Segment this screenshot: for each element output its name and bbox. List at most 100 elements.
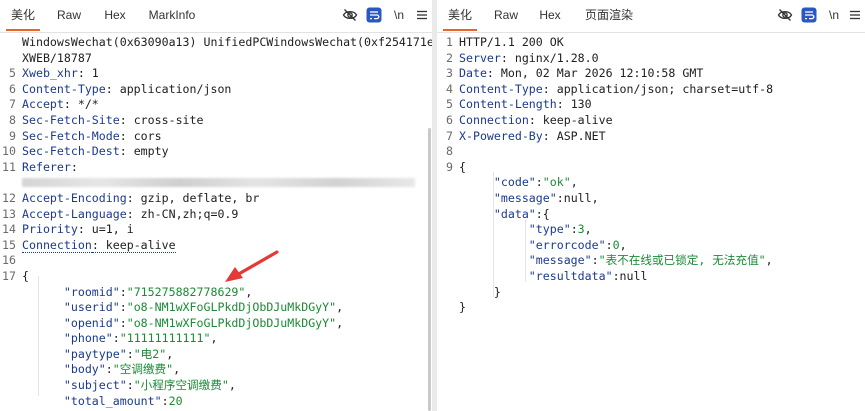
tab-beautify[interactable]: 美化 bbox=[6, 0, 40, 31]
response-editor[interactable]: 1 HTTP/1.1 200 OK 2 Server: nginx/1.28.0 3 Da… bbox=[437, 35, 865, 316]
token: "表不在线或已锁定, 无法充值" bbox=[598, 253, 766, 268]
line-number: 7 bbox=[446, 128, 453, 143]
token: : gzip, deflate, br bbox=[126, 190, 260, 205]
code-line: 9 Sec-Fetch-Mode: cors bbox=[0, 129, 432, 145]
token: , bbox=[228, 378, 236, 393]
token: Connection bbox=[459, 112, 529, 127]
code-line: "type":3, bbox=[437, 222, 865, 238]
line-text: Accept-Language: zh-CN,zh;q=0.9 bbox=[22, 207, 238, 223]
token: , bbox=[210, 331, 218, 346]
tab-beautify[interactable]: 美化 bbox=[443, 0, 477, 31]
code-line: } bbox=[437, 300, 865, 316]
wrap-lines-icon[interactable] bbox=[366, 7, 382, 23]
tab-hex[interactable]: Hex bbox=[533, 0, 567, 31]
code-line: 13 Accept-Language: zh-CN,zh;q=0.9 bbox=[0, 207, 432, 223]
token: : keep-alive bbox=[528, 112, 613, 127]
code-line: 9{ bbox=[437, 160, 865, 176]
token: "userid" bbox=[22, 300, 120, 315]
token: { bbox=[22, 268, 29, 283]
token: Server bbox=[459, 50, 501, 65]
code-line: "subject":"小程序空调缴费", bbox=[0, 378, 432, 394]
token: , bbox=[584, 222, 592, 237]
token: } bbox=[459, 284, 501, 299]
line-number: 9 bbox=[9, 128, 16, 143]
line-text: Sec-Fetch-Mode: cors bbox=[22, 129, 162, 145]
token: : ASP.NET bbox=[542, 128, 606, 143]
token: : bbox=[105, 362, 113, 377]
token: "errorcode" bbox=[459, 237, 606, 252]
line-text: "roomid":"715275882778629", bbox=[22, 284, 253, 301]
token: Xweb_xhr bbox=[22, 66, 78, 81]
token: Content-Length bbox=[459, 97, 557, 112]
token: "data" bbox=[459, 206, 536, 221]
indent-guide bbox=[525, 220, 526, 282]
menu-icon[interactable] bbox=[414, 7, 430, 23]
line-text: "message":"表不在线或已锁定, 无法充值", bbox=[459, 253, 773, 269]
token: : bbox=[570, 222, 578, 237]
code-line bbox=[0, 175, 432, 191]
line-text: "data":{ bbox=[459, 207, 550, 223]
token: , bbox=[765, 253, 773, 268]
request-scrollbar[interactable] bbox=[428, 128, 431, 411]
line-text bbox=[22, 175, 415, 191]
line-number: 2 bbox=[446, 50, 453, 65]
token: : bbox=[119, 300, 127, 315]
line-text: Content-Type: application/json bbox=[22, 82, 231, 98]
redacted-referer-value bbox=[22, 178, 415, 188]
line-text: Date: Mon, 02 Mar 2026 12:10:58 GMT bbox=[459, 66, 703, 82]
token: , bbox=[570, 175, 578, 190]
line-number: 15 bbox=[2, 237, 16, 252]
line-text: "subject":"小程序空调缴费", bbox=[22, 378, 236, 394]
code-line: 8 bbox=[437, 144, 865, 160]
token: Content-Type bbox=[459, 81, 543, 96]
line-text: XWEB/18787 bbox=[22, 51, 92, 67]
tab-markinfo[interactable]: MarkInfo bbox=[142, 0, 202, 31]
code-line: "paytype":"电2", bbox=[0, 347, 432, 363]
token: Sec-Fetch-Dest bbox=[22, 144, 120, 159]
tab-hex[interactable]: Hex bbox=[98, 0, 132, 31]
code-line: 1 HTTP/1.1 200 OK bbox=[437, 35, 865, 51]
line-number: 10 bbox=[2, 144, 16, 159]
line-text: { bbox=[459, 160, 466, 176]
token: : bbox=[126, 346, 134, 361]
tab-page-render[interactable]: 页面渲染 bbox=[581, 0, 637, 31]
line-text: Server: nginx/1.28.0 bbox=[459, 51, 599, 67]
newline-toggle[interactable]: \n bbox=[829, 8, 839, 22]
wrap-lines-icon[interactable] bbox=[801, 7, 817, 23]
line-text: Sec-Fetch-Dest: empty bbox=[22, 144, 169, 160]
token: "resultdata" bbox=[459, 268, 613, 283]
eye-off-icon[interactable] bbox=[342, 7, 358, 23]
token: "电2" bbox=[133, 346, 167, 361]
line-text: Content-Type: application/json; charset=… bbox=[459, 82, 773, 98]
line-text: "code":"ok", bbox=[459, 175, 578, 191]
request-pane: 美化 Raw Hex MarkInfo \n WindowsWechat(0x6… bbox=[0, 0, 432, 411]
token: "roomid" bbox=[22, 284, 120, 299]
token: "小程序空调缴费" bbox=[133, 378, 229, 393]
line-text: "resultdata":null bbox=[459, 268, 648, 285]
code-line: 10 Sec-Fetch-Dest: empty bbox=[0, 144, 432, 160]
line-number: 5 bbox=[9, 66, 16, 81]
token: Date bbox=[459, 66, 487, 81]
token: : zh-CN,zh;q=0.9 bbox=[126, 206, 239, 221]
code-line: 12 Accept-Encoding: gzip, deflate, br bbox=[0, 191, 432, 207]
newline-toggle[interactable]: \n bbox=[394, 8, 404, 22]
tab-raw[interactable]: Raw bbox=[52, 0, 86, 31]
tab-raw[interactable]: Raw bbox=[489, 0, 523, 31]
line-text: HTTP/1.1 200 OK bbox=[459, 35, 564, 51]
token: : bbox=[591, 253, 599, 268]
code-line: 8 Sec-Fetch-Site: cross-site bbox=[0, 113, 432, 129]
line-text: "openid":"o8-NM1wXFoGLPkdDjObDJuMkDGyY", bbox=[22, 316, 343, 332]
code-line: "errorcode":0, bbox=[437, 238, 865, 254]
token: , bbox=[173, 362, 181, 377]
response-pane: 美化 Raw Hex 页面渲染 \n 1 HTTP/1.1 200 OK 2 S… bbox=[437, 0, 865, 411]
line-text: Connection: keep-alive bbox=[22, 237, 176, 254]
line-number: 16 bbox=[2, 253, 16, 268]
eye-off-icon[interactable] bbox=[777, 7, 793, 23]
menu-icon[interactable] bbox=[847, 7, 863, 23]
token: "o8-NM1wXFoGLPkdDjObDJuMkDGyY" bbox=[126, 315, 337, 330]
request-editor[interactable]: WindowsWechat(0x63090a13) UnifiedPCWindo… bbox=[0, 35, 432, 411]
token: : cross-site bbox=[119, 112, 204, 127]
token: "code" bbox=[459, 175, 536, 190]
token: : bbox=[535, 175, 543, 190]
code-line: 3 Date: Mon, 02 Mar 2026 12:10:58 GMT bbox=[437, 66, 865, 82]
